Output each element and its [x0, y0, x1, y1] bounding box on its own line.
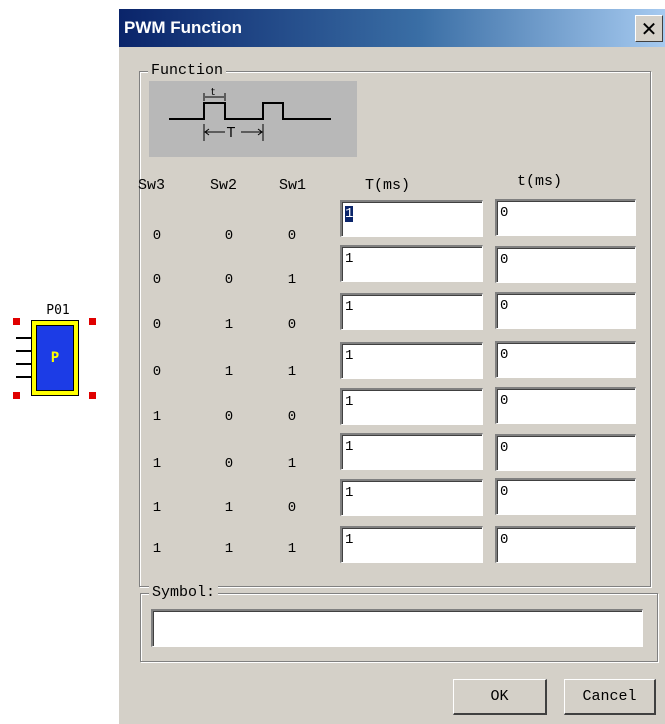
dialog-title: PWM Function: [124, 18, 243, 37]
period-input[interactable]: 1: [340, 388, 483, 425]
period-input[interactable]: 1: [340, 293, 483, 330]
ok-button-label: OK: [490, 688, 509, 705]
sw3-value: 0: [152, 317, 162, 333]
pulse-width-input-value: 0: [500, 393, 509, 409]
sw1-value: 0: [287, 317, 297, 333]
dialog-titlebar[interactable]: PWM Function ✕: [119, 9, 665, 47]
selection-handle-bottom-left[interactable]: [13, 392, 20, 399]
component-label: P01: [46, 303, 70, 318]
period-input-value: 1: [345, 532, 354, 548]
sw3-value: 1: [152, 456, 162, 472]
sw2-value: 0: [224, 456, 234, 472]
selection-handle-top-left[interactable]: [13, 318, 20, 325]
sw3-value: 1: [152, 500, 162, 516]
sw1-value: 1: [287, 272, 297, 288]
pulse-width-input-value: 0: [500, 298, 509, 314]
selection-handle-bottom-right[interactable]: [89, 392, 96, 399]
period-input-value: 1: [345, 348, 354, 364]
period-input-value: 1: [345, 439, 354, 455]
sw2-value: 1: [224, 317, 234, 333]
period-input[interactable]: 1: [340, 479, 483, 516]
sw2-value: 1: [224, 500, 234, 516]
close-button[interactable]: ✕: [635, 15, 663, 42]
sw1-value: 1: [287, 456, 297, 472]
sw2-value: 0: [224, 409, 234, 425]
selection-handle-top-right[interactable]: [89, 318, 96, 325]
symbol-input[interactable]: [151, 609, 643, 647]
sw1-value: 0: [287, 500, 297, 516]
header-sw3: Sw3: [138, 177, 166, 194]
component-letter: P: [50, 350, 60, 366]
pwm-waveform-diagram: t T: [149, 81, 357, 157]
period-input-value: 1: [345, 485, 354, 501]
period-input-value: 1: [345, 394, 354, 410]
sw1-value: 0: [287, 409, 297, 425]
pulse-width-input-value: 0: [500, 252, 509, 268]
pulse-width-input[interactable]: 0: [495, 478, 636, 515]
function-group-title: Function: [148, 62, 227, 79]
sw1-value: 1: [287, 541, 297, 557]
sw3-value: 1: [152, 541, 162, 557]
sw2-value: 1: [224, 541, 234, 557]
header-sw1: Sw1: [279, 177, 307, 194]
sw3-value: 0: [152, 228, 162, 244]
close-icon: ✕: [640, 16, 658, 41]
header-t-ms: t(ms): [517, 173, 563, 190]
T-label: T: [226, 126, 235, 141]
sw3-value: 0: [152, 272, 162, 288]
sw2-value: 0: [224, 272, 234, 288]
sw2-value: 0: [224, 228, 234, 244]
pulse-width-input-value: 0: [500, 347, 509, 363]
sw1-value: 0: [287, 228, 297, 244]
component-body: P: [31, 320, 79, 396]
period-input[interactable]: 1: [340, 433, 483, 470]
period-input-value: 1: [345, 206, 354, 222]
waveform-svg: t T: [169, 87, 331, 141]
pulse-width-input-value: 0: [500, 532, 509, 548]
cancel-button-label: Cancel: [582, 688, 637, 705]
cancel-button[interactable]: Cancel: [564, 679, 656, 715]
header-sw2: Sw2: [210, 177, 238, 194]
period-input[interactable]: 1: [340, 526, 483, 563]
pulse-width-input-value: 0: [500, 205, 509, 221]
header-T-ms: T(ms): [365, 177, 411, 194]
pulse-width-input-value: 0: [500, 440, 509, 456]
pulse-width-input[interactable]: 0: [495, 341, 636, 378]
sw2-value: 1: [224, 364, 234, 380]
period-input-value: 1: [345, 299, 354, 315]
ok-button[interactable]: OK: [453, 679, 547, 715]
pulse-width-input[interactable]: 0: [495, 246, 636, 283]
pulse-width-input[interactable]: 0: [495, 526, 636, 563]
pwm-function-dialog: PWM Function ✕ Function t T Sw3 Sw2 Sw1 …: [118, 8, 665, 724]
pulse-width-input[interactable]: 0: [495, 434, 636, 471]
pulse-width-input[interactable]: 0: [495, 199, 636, 236]
sw3-value: 0: [152, 364, 162, 380]
period-input[interactable]: 1: [340, 245, 483, 282]
period-input-value: 1: [345, 251, 354, 267]
sw3-value: 1: [152, 409, 162, 425]
pulse-width-input[interactable]: 0: [495, 292, 636, 329]
pulse-width-input-value: 0: [500, 484, 509, 500]
period-input[interactable]: 1: [340, 342, 483, 379]
t-label: t: [211, 87, 215, 98]
period-input[interactable]: 1: [340, 200, 483, 237]
pulse-width-input[interactable]: 0: [495, 387, 636, 424]
symbol-group-title: Symbol:: [149, 584, 219, 601]
component-inner: P: [36, 325, 74, 391]
sw1-value: 1: [287, 364, 297, 380]
